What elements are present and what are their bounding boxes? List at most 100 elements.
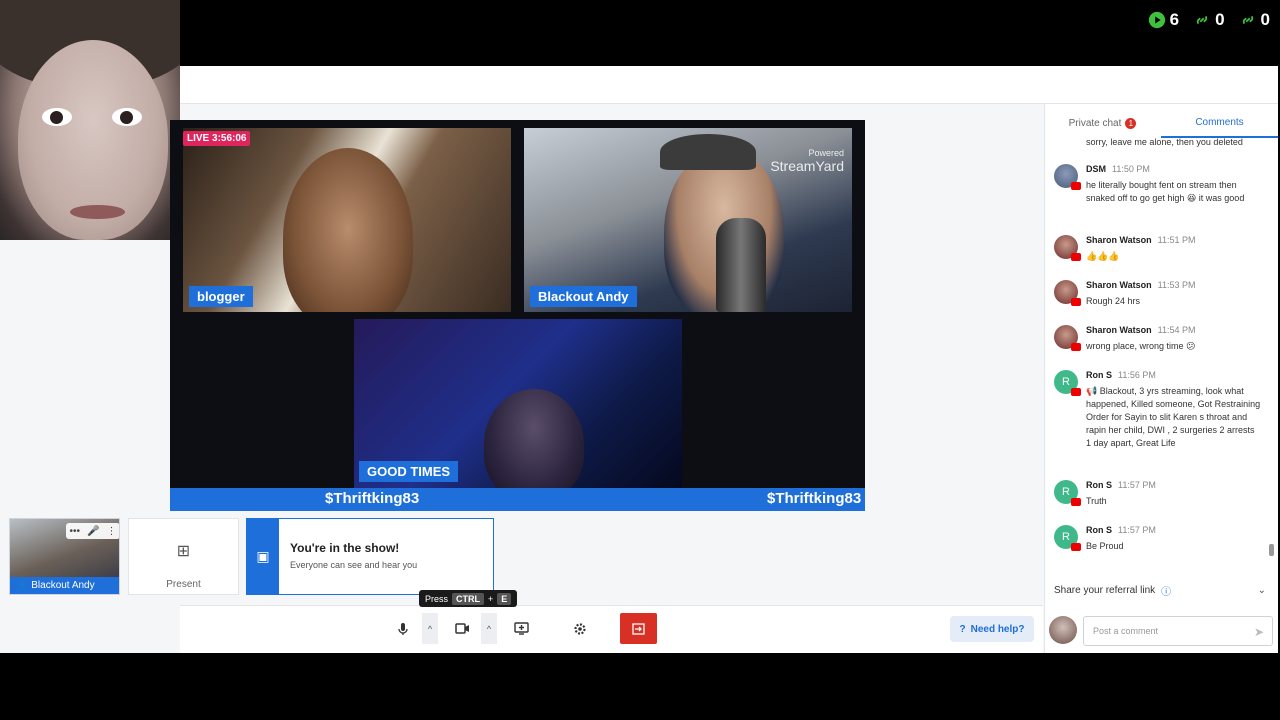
tab-private-chat-label: Private chat bbox=[1068, 117, 1122, 129]
exit-icon bbox=[632, 622, 645, 635]
chat-scrollbar[interactable] bbox=[1269, 142, 1274, 558]
app-header bbox=[180, 66, 1278, 104]
webcam-eye-left bbox=[42, 108, 72, 126]
microphone-prop bbox=[716, 218, 766, 312]
comment-text: 👍👍👍 bbox=[1086, 251, 1120, 261]
video-tile-blogger[interactable] bbox=[183, 128, 511, 312]
unread-badge: 1 bbox=[1125, 117, 1137, 129]
stage-banner bbox=[170, 488, 865, 511]
comment-text: Be Proud bbox=[1086, 541, 1124, 551]
avatar: R bbox=[1054, 370, 1081, 396]
mic-options-caret[interactable]: ^ bbox=[422, 613, 438, 644]
avatar-initial: R bbox=[1062, 376, 1070, 388]
portrait-icon: ▣ bbox=[247, 519, 279, 594]
comment-author: DSM bbox=[1086, 164, 1106, 174]
mic-icon[interactable]: 🎤 bbox=[87, 526, 99, 537]
thumbnail-name: Blackout Andy bbox=[31, 580, 95, 591]
present-icon: ⊞ bbox=[176, 543, 191, 560]
participant-cap bbox=[660, 134, 756, 170]
play-icon bbox=[1148, 11, 1165, 29]
link-counter-2: 0 bbox=[1239, 10, 1270, 30]
video-tile-blackout-andy[interactable]: Powered StreamYard bbox=[524, 128, 852, 312]
youtube-icon bbox=[1071, 343, 1081, 351]
comment-author: Ron S bbox=[1086, 370, 1112, 380]
tooltip-prefix: Press bbox=[425, 593, 449, 604]
youtube-icon bbox=[1071, 253, 1081, 261]
present-button[interactable]: ⊞ Present bbox=[128, 518, 239, 595]
webcam-mouth bbox=[70, 205, 125, 219]
comment-input-placeholder: Post a comment bbox=[1093, 626, 1159, 636]
tooltip-key-ctrl: CTRL bbox=[452, 592, 485, 605]
comment-author: Ron S bbox=[1086, 480, 1112, 490]
banner-text-right: $Thriftking83 bbox=[767, 490, 862, 507]
chat-tabs: Private chat 1 Comments bbox=[1044, 108, 1278, 138]
need-help-label: Need help? bbox=[970, 623, 1025, 635]
comment-time: 11:50 PM bbox=[1112, 164, 1150, 174]
banner-text-left: $Thriftking83 bbox=[325, 490, 420, 507]
gear-icon bbox=[574, 622, 586, 635]
avatar bbox=[1054, 235, 1081, 261]
link-counter-1: 0 bbox=[1193, 10, 1225, 30]
thumbnail-label: 👤 Blackout Andy bbox=[10, 577, 119, 594]
send-icon[interactable]: ➤ bbox=[1254, 625, 1264, 639]
tooltip-plus: + bbox=[488, 593, 494, 604]
microphone-icon bbox=[398, 622, 408, 635]
link-count-2: 0 bbox=[1260, 10, 1270, 29]
comment-time: 11:56 PM bbox=[1118, 370, 1156, 380]
comment-input[interactable]: Post a comment ➤ bbox=[1083, 616, 1273, 646]
leave-studio-button[interactable] bbox=[620, 613, 657, 644]
help-circle-icon: ? bbox=[959, 623, 966, 635]
referral-label: Share your referral link bbox=[1054, 585, 1156, 596]
comment-time: 11:57 PM bbox=[1118, 525, 1156, 535]
scrollbar-thumb[interactable] bbox=[1269, 544, 1274, 556]
tab-private-chat[interactable]: Private chat 1 bbox=[1044, 108, 1161, 138]
comment-author: Sharon Watson bbox=[1086, 235, 1152, 245]
in-show-card: ▣ You're in the show! Everyone can see a… bbox=[246, 518, 494, 595]
participant-video bbox=[283, 148, 413, 312]
chevron-down-icon[interactable]: ⌄ bbox=[1258, 585, 1266, 596]
screen-share-icon bbox=[513, 622, 529, 635]
avatar bbox=[1054, 280, 1081, 306]
link-icon bbox=[1196, 15, 1208, 25]
comment-text: Rough 24 hrs bbox=[1086, 296, 1141, 306]
youtube-icon bbox=[1071, 543, 1081, 551]
youtube-icon bbox=[1071, 388, 1081, 396]
name-tag-blackout-andy: Blackout Andy bbox=[530, 286, 637, 307]
bottom-toolbar bbox=[180, 605, 1043, 653]
name-tag-blogger: blogger bbox=[189, 286, 253, 307]
settings-button[interactable] bbox=[565, 613, 595, 644]
camera-icon bbox=[454, 623, 469, 634]
chevron-up-icon: ^ bbox=[486, 623, 492, 634]
tab-comments-label: Comments bbox=[1195, 116, 1244, 128]
thumbnail-controls: ••• 🎤 ⋮ bbox=[66, 523, 119, 539]
chevron-up-icon: ^ bbox=[427, 623, 433, 634]
comment-list[interactable]: DSM 11:50 PM he literally bought fent on … bbox=[1050, 136, 1264, 558]
camera-options-caret[interactable]: ^ bbox=[481, 613, 497, 644]
comment-text: he literally bought fent on stream then … bbox=[1086, 180, 1245, 203]
more-dots-icon[interactable]: ••• bbox=[70, 526, 81, 537]
avatar-initial: R bbox=[1062, 531, 1070, 543]
avatar-initial: R bbox=[1062, 486, 1070, 498]
avatar: R bbox=[1054, 480, 1081, 506]
tooltip-key-e: E bbox=[497, 592, 512, 605]
mute-mic-button[interactable] bbox=[388, 613, 418, 644]
in-show-subtitle: Everyone can see and hear you bbox=[290, 560, 418, 570]
help-circle-icon[interactable]: ⓘ bbox=[1161, 583, 1171, 598]
need-help-button[interactable]: ? Need help? bbox=[950, 616, 1034, 642]
avatar bbox=[1054, 325, 1081, 351]
viewer-count: 6 bbox=[1169, 10, 1180, 29]
streamyard-watermark: Powered StreamYard bbox=[770, 148, 844, 174]
comment-text: wrong place, wrong time 😕 bbox=[1086, 341, 1196, 351]
person-icon: 👤 bbox=[16, 580, 29, 591]
share-screen-button[interactable] bbox=[506, 613, 536, 644]
comment-author: Sharon Watson bbox=[1086, 325, 1152, 335]
menu-icon[interactable]: ⋮ bbox=[106, 526, 116, 537]
youtube-icon bbox=[1071, 182, 1081, 190]
referral-link-row[interactable]: Share your referral link ⓘ ⌄ bbox=[1054, 583, 1266, 598]
host-camera-thumbnail[interactable]: ••• 🎤 ⋮ 👤 Blackout Andy bbox=[9, 518, 120, 595]
webcam-overlay bbox=[0, 0, 180, 240]
tab-comments[interactable]: Comments bbox=[1161, 108, 1278, 138]
present-label: Present bbox=[166, 579, 201, 590]
camera-toggle-button[interactable] bbox=[447, 613, 477, 644]
youtube-icon bbox=[1071, 298, 1081, 306]
